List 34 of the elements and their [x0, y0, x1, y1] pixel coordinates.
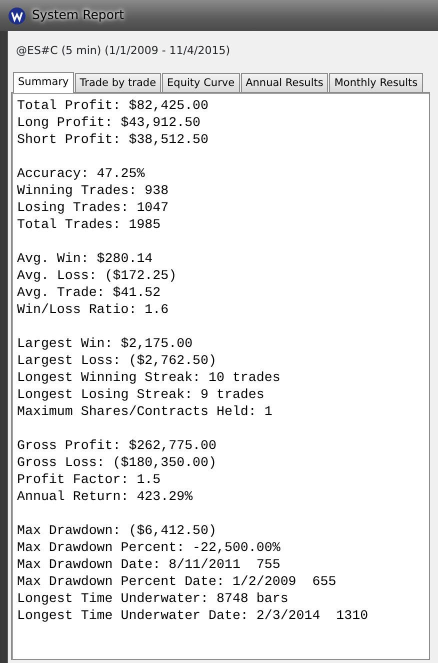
report-line: Longest Winning Streak: 10 trades: [17, 369, 280, 386]
report-line: Gross Profit: $262,775.00: [17, 437, 216, 454]
report-line: Total Trades: 1985: [17, 216, 161, 233]
report-line: Longest Time Underwater Date: 2/3/2014 1310: [17, 607, 368, 624]
report-line: Avg. Trade: $41.52: [17, 284, 161, 301]
report-line: Max Drawdown Percent Date: 1/2/2009 655: [17, 573, 336, 590]
report-line: Maximum Shares/Contracts Held: 1: [17, 403, 272, 420]
report-line: Gross Loss: ($180,350.00): [17, 454, 216, 471]
tab[interactable]: Equity Curve: [162, 73, 240, 92]
report-line: Max Drawdown Date: 8/11/2011 755: [17, 556, 280, 573]
report-line: Longest Losing Streak: 9 trades: [17, 386, 264, 403]
report-line: Largest Loss: ($2,762.50): [17, 352, 216, 369]
report-line: Largest Win: $2,175.00: [17, 335, 193, 352]
tab[interactable]: Monthly Results: [329, 73, 423, 92]
report-line: Short Profit: $38,512.50: [17, 131, 209, 148]
report-line: Long Profit: $43,912.50: [17, 114, 201, 131]
tab[interactable]: Summary: [13, 72, 74, 93]
report-line: Win/Loss Ratio: 1.6: [17, 301, 169, 318]
report-line: Max Drawdown Percent: -22,500.00%: [17, 539, 280, 556]
report-line: Accuracy: 47.25%: [17, 165, 145, 182]
report-line: Avg. Win: $280.14: [17, 250, 153, 267]
app-logo-icon: [8, 6, 26, 24]
report-line: Winning Trades: 938: [17, 182, 169, 199]
report-subtitle: @ES#C (5 min) (1/1/2009 - 11/4/2015): [16, 44, 230, 57]
report-line: Losing Trades: 1047: [17, 199, 169, 216]
report-line: Avg. Loss: ($172.25): [17, 267, 177, 284]
report-line: Profit Factor: 1.5: [17, 471, 161, 488]
report-line: Longest Time Underwater: 8748 bars: [17, 590, 288, 607]
report-line: Annual Return: 423.29%: [17, 488, 193, 505]
tab[interactable]: Trade by trade: [74, 73, 162, 92]
window-title: System Report: [32, 6, 124, 24]
report-line: Max Drawdown: ($6,412.50): [17, 522, 216, 539]
tab[interactable]: Annual Results: [240, 73, 328, 92]
report-line: Total Profit: $82,425.00: [17, 97, 209, 114]
